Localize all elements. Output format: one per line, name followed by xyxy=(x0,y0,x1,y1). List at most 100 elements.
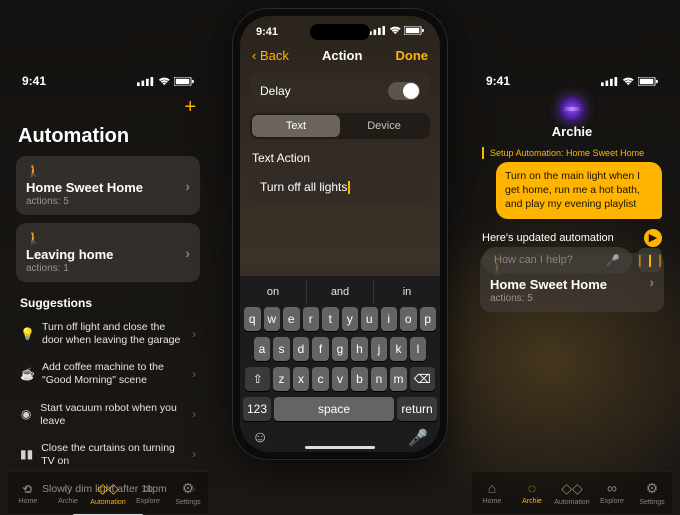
space-key[interactable]: space xyxy=(274,397,394,421)
status-icons xyxy=(601,77,658,86)
tab-home[interactable]: ⌂Home xyxy=(473,480,511,505)
text-action-input[interactable]: Turn off all lights xyxy=(250,171,430,203)
emoji-key[interactable]: ☺ xyxy=(252,429,268,447)
automation-screen: 9:41 + Automation 🚶 Home Sweet Home acti… xyxy=(8,70,208,504)
key-u[interactable]: u xyxy=(361,307,378,331)
suggestion-item[interactable]: ◉Start vacuum robot when you leave› xyxy=(8,395,208,435)
kbd-suggestion[interactable]: on xyxy=(240,280,306,304)
nav-title: Action xyxy=(322,48,362,63)
key-y[interactable]: y xyxy=(342,307,359,331)
archie-chat-screen: 9:41 Archie Setup Automation: Home Sweet… xyxy=(472,70,672,320)
key-f[interactable]: f xyxy=(312,337,329,361)
key-p[interactable]: p xyxy=(420,307,437,331)
gear-icon: ⚙ xyxy=(646,480,659,497)
tab-explore[interactable]: ∞Explore xyxy=(129,480,167,505)
tab-explore[interactable]: ∞Explore xyxy=(593,480,631,505)
coffee-icon: ☕ xyxy=(20,367,34,382)
chevron-right-icon: › xyxy=(649,274,654,290)
tab-archie[interactable]: ◌Archie xyxy=(513,480,551,505)
delay-label: Delay xyxy=(260,84,291,98)
delay-toggle[interactable] xyxy=(388,82,420,100)
automation-icon: ◇◇ xyxy=(97,480,119,497)
page-title: Automation xyxy=(8,123,208,156)
shift-key[interactable]: ⇧ xyxy=(245,367,270,391)
key-e[interactable]: e xyxy=(283,307,300,331)
nav-bar: ‹ Back Action Done xyxy=(240,38,440,69)
done-button[interactable]: Done xyxy=(396,48,429,63)
gear-icon: ⚙ xyxy=(182,480,195,497)
key-o[interactable]: o xyxy=(400,307,417,331)
tab-settings[interactable]: ⚙Settings xyxy=(169,480,207,506)
delay-row: Delay xyxy=(250,73,430,109)
segment-device[interactable]: Device xyxy=(340,115,428,137)
status-icons xyxy=(369,26,424,38)
key-v[interactable]: v xyxy=(332,367,349,391)
key-i[interactable]: i xyxy=(381,307,398,331)
chat-icon: ◌ xyxy=(64,480,72,496)
chevron-right-icon: › xyxy=(185,178,190,194)
key-b[interactable]: b xyxy=(351,367,368,391)
key-l[interactable]: l xyxy=(410,337,427,361)
tab-automation[interactable]: ◇◇Automation xyxy=(553,480,591,506)
key-n[interactable]: n xyxy=(371,367,388,391)
chevron-right-icon: › xyxy=(192,367,196,382)
explore-icon: ∞ xyxy=(607,480,617,496)
key-w[interactable]: w xyxy=(264,307,281,331)
back-button[interactable]: ‹ Back xyxy=(252,48,289,63)
scene-title: Home Sweet Home xyxy=(26,180,190,195)
segment-text[interactable]: Text xyxy=(252,115,340,137)
key-x[interactable]: x xyxy=(293,367,310,391)
tab-archie[interactable]: ◌Archie xyxy=(49,480,87,505)
tab-settings[interactable]: ⚙Settings xyxy=(633,480,671,506)
key-s[interactable]: s xyxy=(273,337,290,361)
voice-mode-button[interactable]: ❘❙❘ xyxy=(638,248,662,272)
scene-sub: actions: 5 xyxy=(26,196,190,207)
key-r[interactable]: r xyxy=(303,307,320,331)
archie-name: Archie xyxy=(472,124,672,139)
key-k[interactable]: k xyxy=(390,337,407,361)
curtain-icon: ▮▮ xyxy=(20,447,33,462)
action-editor-screen: 9:41 ‹ Back Action Done Delay Text Devic… xyxy=(232,8,448,460)
scene-card[interactable]: 🚶 Leaving home actions: 1 › xyxy=(16,223,200,282)
reply-context: Setup Automation: Home Sweet Home xyxy=(482,147,662,159)
key-m[interactable]: m xyxy=(390,367,407,391)
keyboard[interactable]: on and in qwertyuiop asdfghjkl ⇧zxcvbnm⌫… xyxy=(240,276,440,452)
keyboard-suggestions: on and in xyxy=(240,280,440,304)
numbers-key[interactable]: 123 xyxy=(243,397,271,421)
key-q[interactable]: q xyxy=(244,307,261,331)
automation-icon: ◇◇ xyxy=(561,480,583,497)
explore-icon: ∞ xyxy=(143,480,153,496)
chat-input[interactable]: How can I help? 🎤 xyxy=(482,247,632,274)
mic-icon[interactable]: 🎤 xyxy=(606,254,620,267)
scene-card[interactable]: 🚶 Home Sweet Home actions: 5 › xyxy=(16,156,200,215)
kbd-suggestion[interactable]: and xyxy=(306,280,373,304)
status-icons xyxy=(137,77,194,86)
add-button[interactable]: + xyxy=(8,90,208,123)
walking-icon: 🚶 xyxy=(26,164,190,178)
backspace-key[interactable]: ⌫ xyxy=(410,367,435,391)
tab-home[interactable]: ⌂Home xyxy=(9,480,47,505)
key-h[interactable]: h xyxy=(351,337,368,361)
key-t[interactable]: t xyxy=(322,307,339,331)
action-type-segmented[interactable]: Text Device xyxy=(250,113,430,139)
key-d[interactable]: d xyxy=(293,337,310,361)
key-j[interactable]: j xyxy=(371,337,388,361)
scene-sub: actions: 5 xyxy=(490,293,654,304)
archie-avatar xyxy=(559,96,585,122)
suggestion-item[interactable]: ▮▮Close the curtains on turning TV on› xyxy=(8,435,208,475)
key-a[interactable]: a xyxy=(254,337,271,361)
key-z[interactable]: z xyxy=(273,367,290,391)
home-icon: ⌂ xyxy=(488,480,496,496)
dynamic-island xyxy=(310,24,370,40)
suggestion-item[interactable]: ☕Add coffee machine to the "Good Morning… xyxy=(8,354,208,394)
phone-frame: 9:41 ‹ Back Action Done Delay Text Devic… xyxy=(232,8,448,460)
return-key[interactable]: return xyxy=(397,397,437,421)
key-c[interactable]: c xyxy=(312,367,329,391)
mic-key[interactable]: 🎤 xyxy=(408,428,428,448)
chevron-right-icon: › xyxy=(185,245,190,261)
suggestion-item[interactable]: 💡Turn off light and close the door when … xyxy=(8,314,208,354)
play-button[interactable]: ▶ xyxy=(644,229,662,247)
kbd-suggestion[interactable]: in xyxy=(373,280,440,304)
tab-automation[interactable]: ◇◇Automation xyxy=(89,480,127,506)
key-g[interactable]: g xyxy=(332,337,349,361)
